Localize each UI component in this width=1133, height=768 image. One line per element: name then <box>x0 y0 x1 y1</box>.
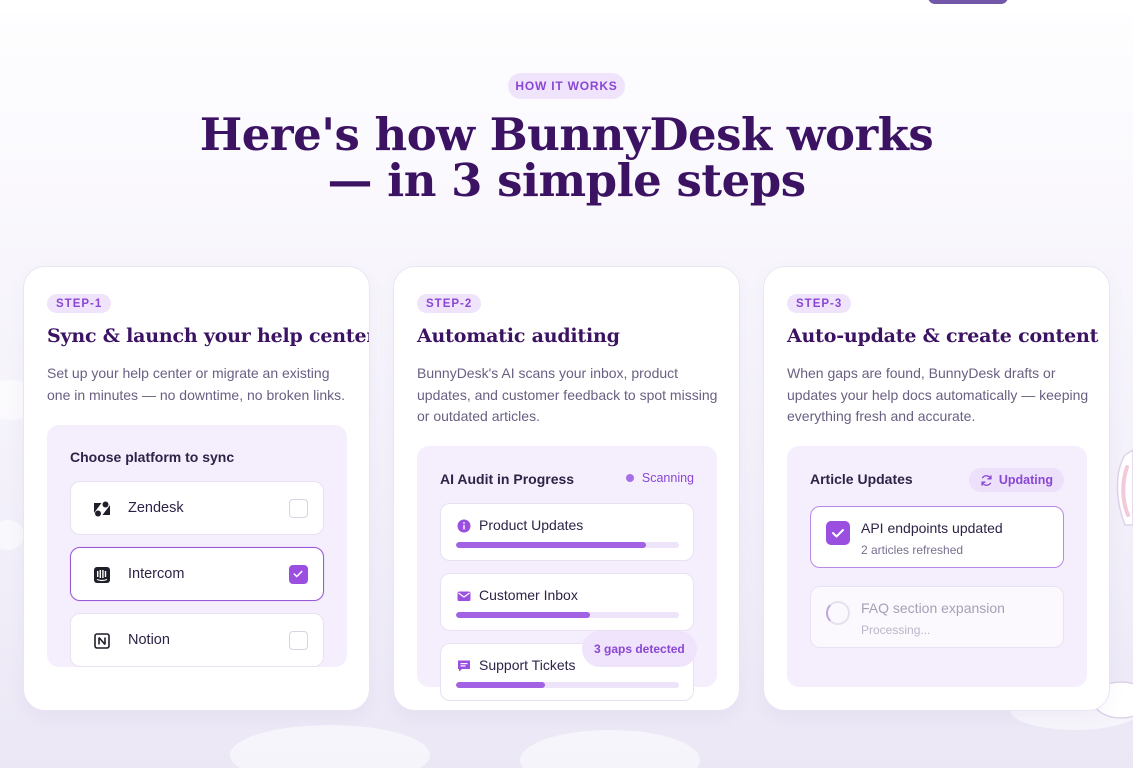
updating-status-badge: Updating <box>968 468 1064 492</box>
panel-title: Choose platform to sync <box>70 449 235 465</box>
platform-checkbox-checked[interactable] <box>289 565 308 584</box>
platform-label: Intercom <box>128 566 185 582</box>
loading-spinner-icon <box>826 601 850 625</box>
page-title: Here's how BunnyDesk works — in 3 simple… <box>0 112 1133 204</box>
headline-line-1: Here's how BunnyDesk works <box>199 108 934 161</box>
scanning-status: Scanning <box>625 471 694 485</box>
intercom-icon <box>94 567 110 583</box>
step-title: Automatic auditing <box>417 325 620 347</box>
progress-bar <box>456 682 679 688</box>
notion-icon <box>94 633 110 649</box>
panel-title: Article Updates <box>810 471 913 487</box>
audit-item-label: Customer Inbox <box>479 587 578 603</box>
audit-item-product-updates: Product Updates <box>440 503 694 561</box>
cloud-decoration <box>520 730 700 768</box>
audit-item-label: Product Updates <box>479 517 584 533</box>
status-label: Updating <box>998 473 1053 487</box>
step-badge: STEP-2 <box>417 294 482 313</box>
platform-label: Notion <box>128 632 170 648</box>
refresh-icon <box>981 474 992 486</box>
step-description: When gaps are found, BunnyDesk drafts or… <box>787 365 1089 424</box>
platform-sync-panel: Choose platform to sync Zendesk Intercom <box>47 425 347 667</box>
progress-bar-fill <box>456 612 590 618</box>
step-title: Auto-update & create content <box>787 325 1099 347</box>
article-updates-panel: Article Updates Updating API endpoints u… <box>787 446 1087 687</box>
info-icon <box>457 519 471 533</box>
step-card-sync: STEP-1 Sync & launch your help center Se… <box>23 266 370 711</box>
step-description: Set up your help center or migrate an ex… <box>47 365 346 403</box>
platform-label: Zendesk <box>128 500 184 516</box>
step-card-auditing: STEP-2 Automatic auditing BunnyDesk's AI… <box>393 266 740 711</box>
platform-option-intercom[interactable]: Intercom <box>70 547 324 601</box>
audit-item-label: Support Tickets <box>479 657 576 673</box>
update-item-faq-expansion: FAQ section expansion Processing... <box>810 586 1064 648</box>
completed-check-icon <box>826 521 850 545</box>
panel-title: AI Audit in Progress <box>440 471 575 487</box>
progress-bar-fill <box>456 542 646 548</box>
update-item-api-endpoints: API endpoints updated 2 articles refresh… <box>810 506 1064 568</box>
update-subtitle: 2 articles refreshed <box>861 543 964 557</box>
progress-bar <box>456 612 679 618</box>
platform-option-notion[interactable]: Notion <box>70 613 324 667</box>
step-badge: STEP-3 <box>787 294 852 313</box>
cloud-decoration <box>0 520 24 550</box>
platform-option-zendesk[interactable]: Zendesk <box>70 481 324 535</box>
headline-line-2: — in 3 simple steps <box>327 154 806 207</box>
step-badge: STEP-1 <box>47 294 112 313</box>
zendesk-icon <box>94 501 110 517</box>
status-label: Scanning <box>641 471 694 485</box>
ai-audit-panel: AI Audit in Progress Scanning Product Up… <box>417 446 717 701</box>
chat-icon <box>458 660 470 672</box>
mascot-illustration-top <box>928 0 1008 4</box>
audit-item-customer-inbox: Customer Inbox <box>440 573 694 631</box>
update-title: API endpoints updated <box>861 520 1003 536</box>
section-badge: HOW IT WORKS <box>508 73 625 99</box>
platform-checkbox[interactable] <box>289 499 308 518</box>
progress-bar-fill <box>456 682 546 688</box>
gaps-detected-badge: 3 gaps detected <box>582 631 697 667</box>
step-description: BunnyDesk's AI scans your inbox, product… <box>417 365 718 424</box>
checkmark-icon <box>293 570 303 578</box>
step-card-auto-update: STEP-3 Auto-update & create content When… <box>763 266 1110 711</box>
status-dot-icon <box>625 474 634 482</box>
progress-bar <box>456 542 679 548</box>
cloud-decoration <box>230 725 430 768</box>
mail-icon <box>457 591 471 601</box>
step-title: Sync & launch your help center <box>47 325 370 347</box>
platform-checkbox[interactable] <box>289 631 308 650</box>
update-title: FAQ section expansion <box>861 600 1005 616</box>
update-subtitle: Processing... <box>861 623 931 637</box>
